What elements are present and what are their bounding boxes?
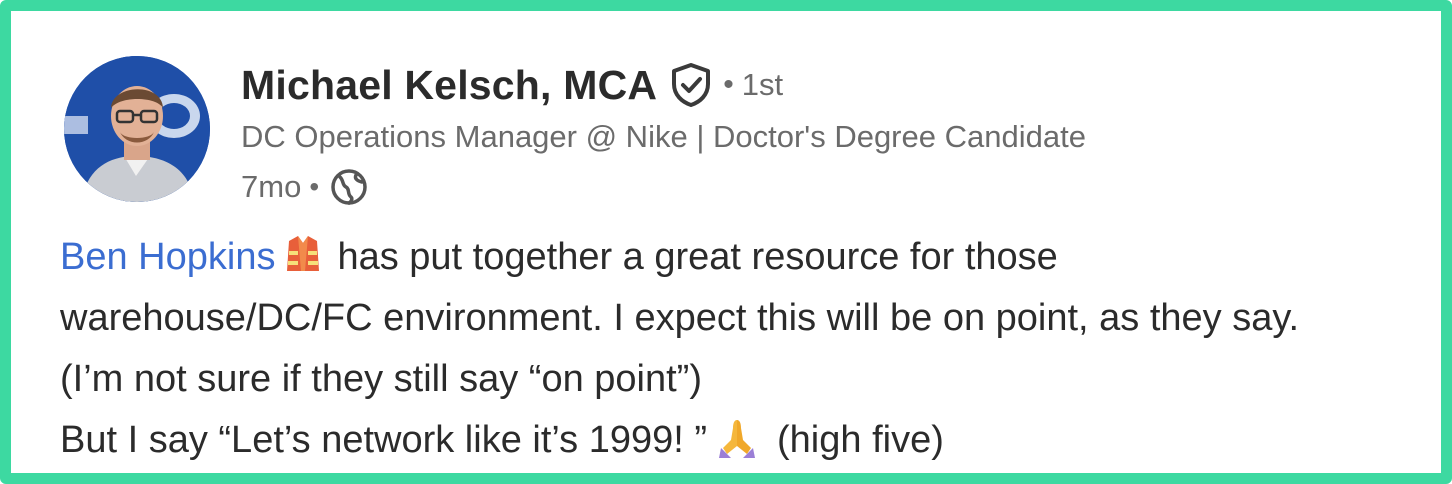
author-headline: DC Operations Manager @ Nike | Doctor's …	[241, 119, 1086, 154]
post-card: Michael Kelsch, MCA • 1st DC Operations …	[0, 0, 1452, 484]
verified-shield-icon[interactable]	[669, 62, 713, 108]
post-text: (high five)	[777, 419, 944, 461]
safety-vest-emoji-icon	[287, 235, 320, 271]
post-body: Ben Hopkins has put together a great res…	[60, 227, 1440, 471]
author-name[interactable]: Michael Kelsch, MCA	[241, 62, 657, 109]
post-text: But I say “Let’s network like it’s 1999!…	[60, 419, 708, 461]
connection-degree: 1st	[741, 67, 784, 102]
post-meta: 7mo •	[241, 163, 1086, 211]
separator-dot: •	[309, 171, 320, 202]
post-line: warehouse/DC/FC environment. I expect th…	[60, 297, 1300, 339]
avatar[interactable]	[64, 56, 210, 202]
separator-dot: •	[723, 68, 734, 101]
post-line: (I’m not sure if they still say “on poin…	[60, 358, 702, 400]
post-text: has put together a great resource for th…	[337, 236, 1058, 278]
post-time[interactable]: 7mo	[241, 169, 301, 205]
author-row: Michael Kelsch, MCA • 1st	[241, 57, 1086, 113]
mention-link[interactable]: Ben Hopkins	[60, 236, 275, 278]
globe-icon	[331, 169, 367, 205]
post-line: But I say “Let’s network like it’s 1999!…	[60, 410, 1440, 471]
post-line: Ben Hopkins has put together a great res…	[60, 227, 1440, 288]
post-header: Michael Kelsch, MCA • 1st DC Operations …	[241, 57, 1086, 211]
folded-hands-emoji-icon	[719, 419, 756, 458]
